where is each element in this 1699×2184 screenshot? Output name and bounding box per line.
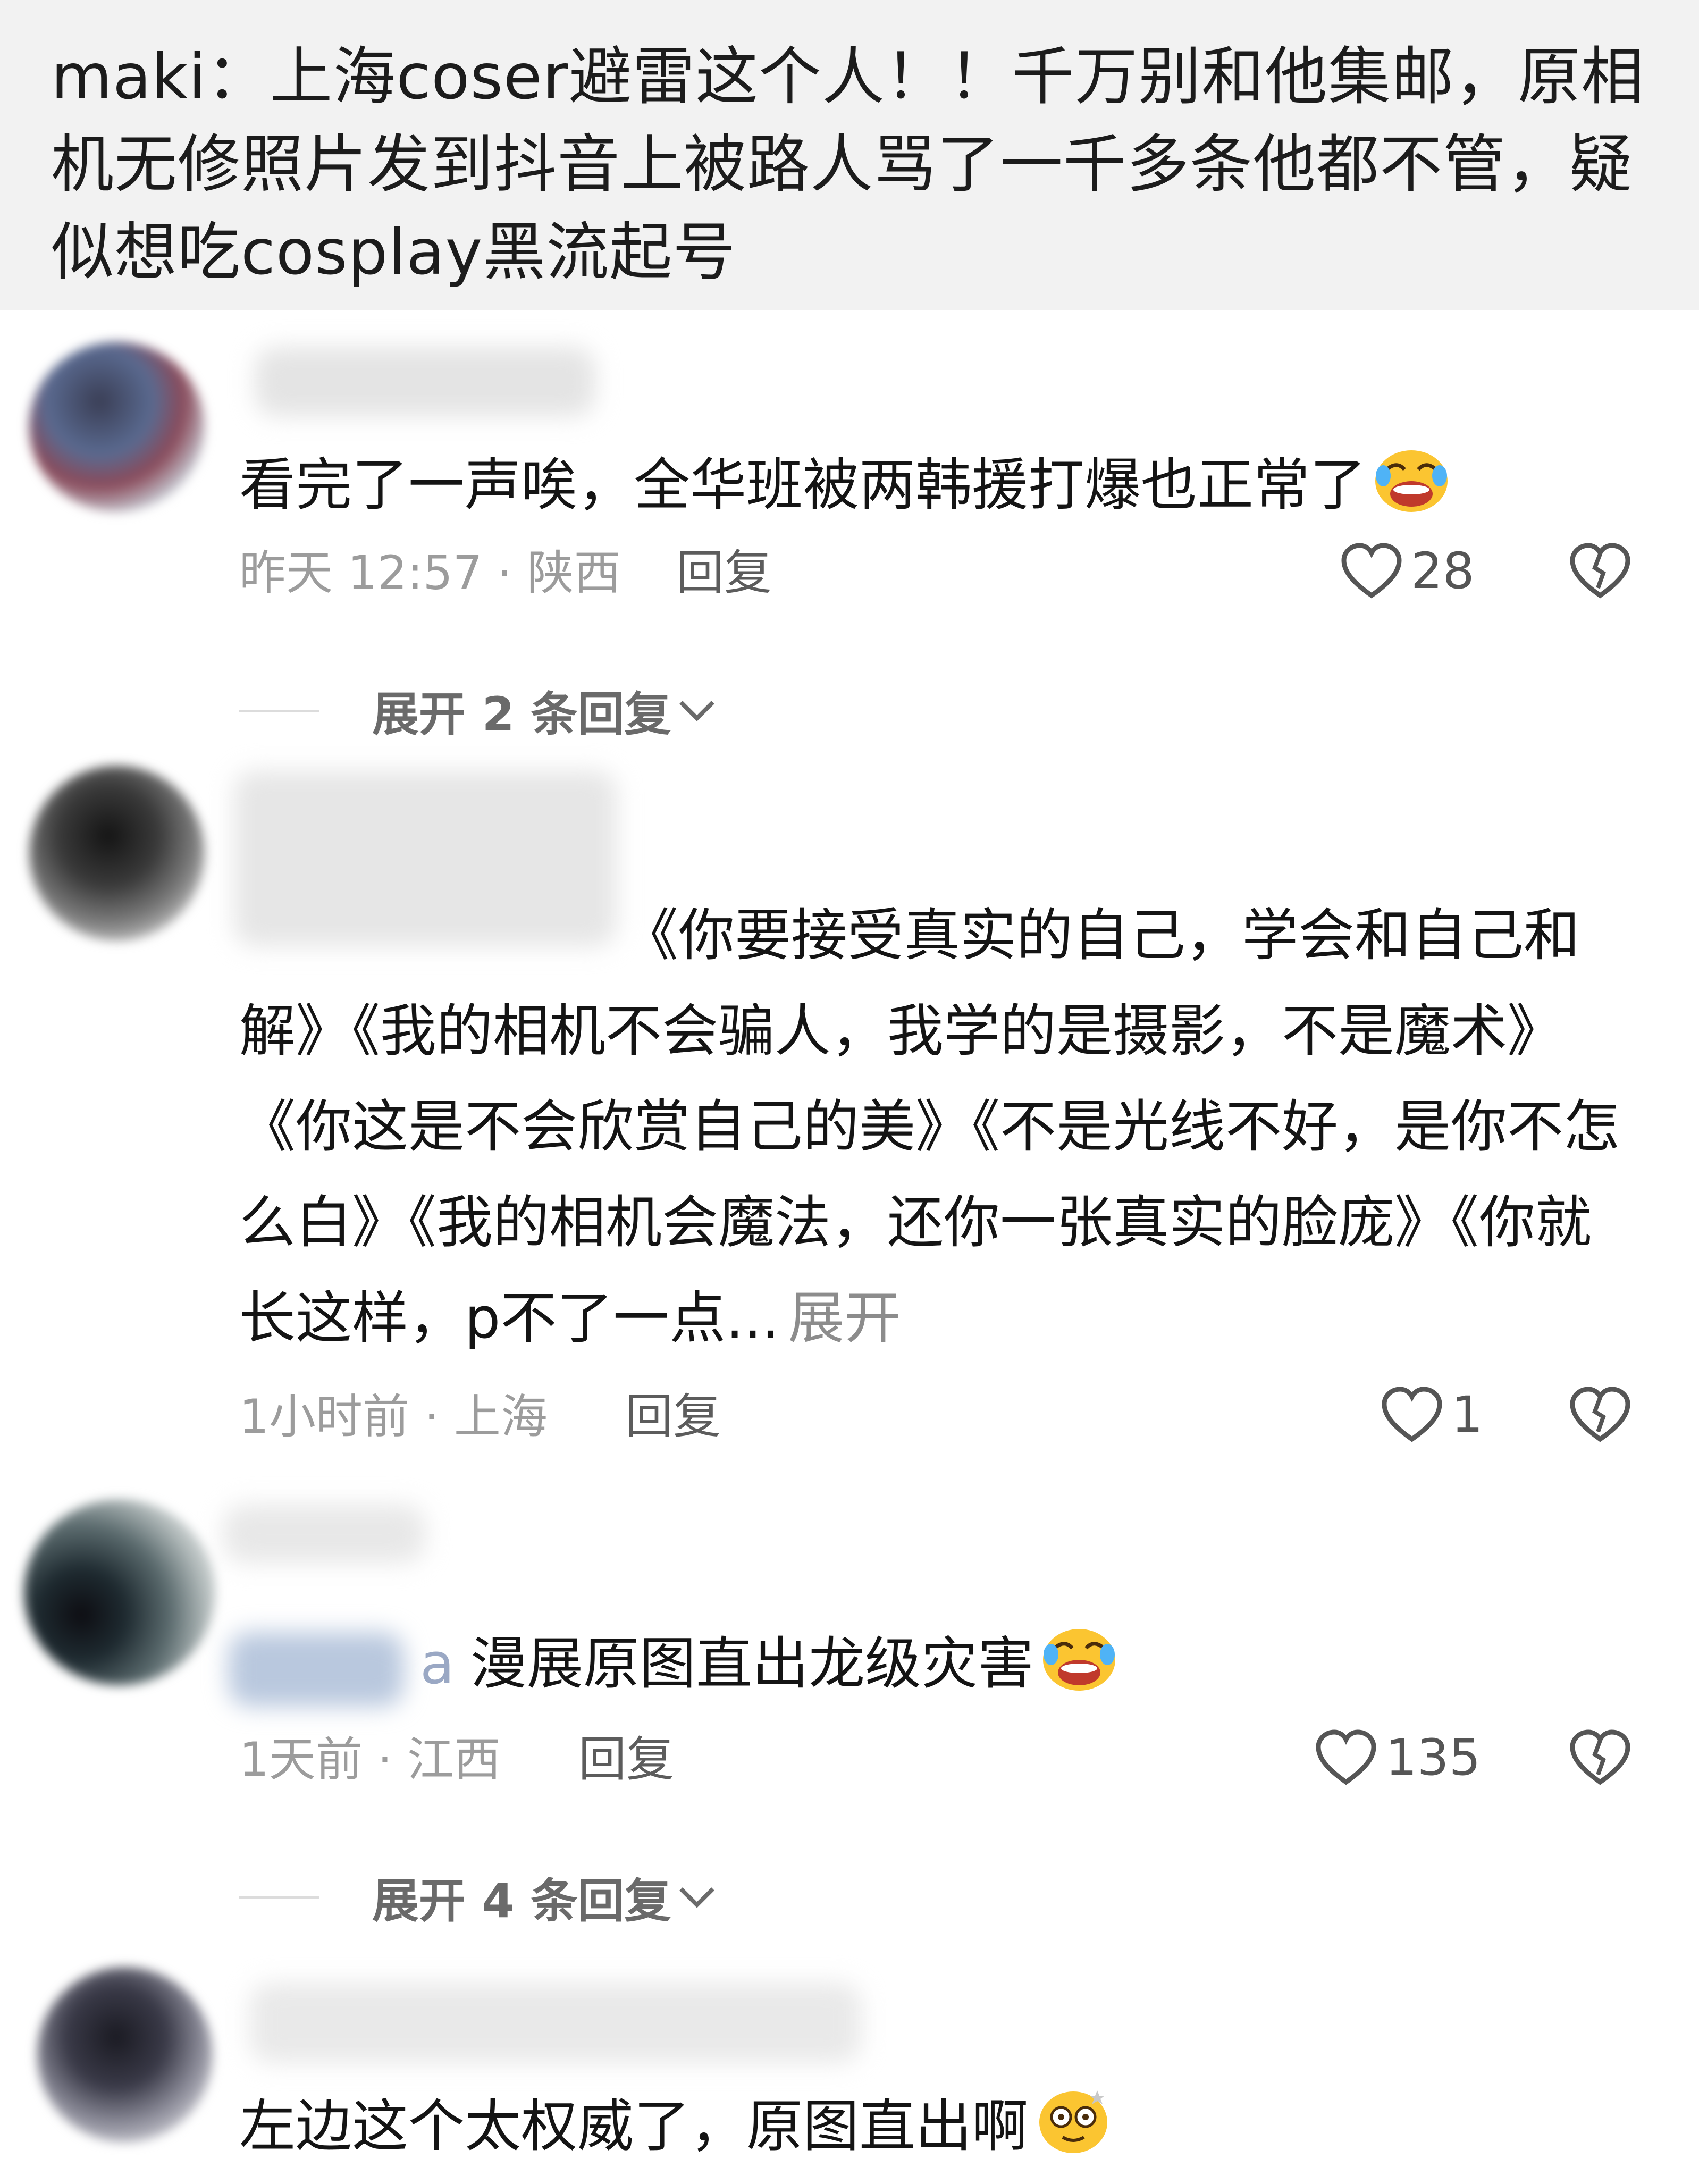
- comment-text: 《你要接受真实的自己，学会和自己和解》《我的相机不会骗人，我学的是摄影，不是魔术…: [239, 888, 1643, 1366]
- username-blurred[interactable]: [223, 1505, 425, 1563]
- comment-body: 看完了一声唉，全华班被两韩援打爆也正常了: [239, 452, 1366, 518]
- expand-text-link[interactable]: 展开: [788, 1286, 901, 1351]
- comment-text: a 漫展原图直出龙级灾害: [420, 1616, 1643, 1721]
- comment-text: 左边这个太权威了，原图直出啊: [239, 2079, 1643, 2184]
- expand-replies-label: 展开 4 条回复: [372, 1874, 671, 1928]
- avatar[interactable]: [37, 1967, 213, 2143]
- comment-meta: 昨天 12:57 · 陕西: [239, 545, 621, 600]
- broken-heart-icon: [1570, 1387, 1630, 1442]
- like-button[interactable]: 135: [1314, 1729, 1481, 1787]
- divider-line: [239, 709, 319, 712]
- comment-body: 左边这个太权威了，原图直出啊: [239, 2094, 1028, 2159]
- reply-button[interactable]: 回复: [676, 544, 772, 602]
- comment-meta: 1小时前 · 上海: [239, 1389, 548, 1444]
- expand-replies-label: 展开 2 条回复: [372, 687, 671, 742]
- like-button[interactable]: 28: [1340, 542, 1475, 601]
- avatar[interactable]: [24, 1499, 215, 1685]
- heart-outline-icon: [1341, 543, 1402, 599]
- like-count: 28: [1411, 542, 1475, 600]
- expand-replies[interactable]: 展开 2 条回复: [239, 677, 718, 744]
- heart-outline-icon: [1382, 1387, 1442, 1442]
- divider-line: [239, 1896, 319, 1899]
- reply-button[interactable]: 回复: [625, 1388, 721, 1446]
- comment-meta: 1天前 · 江西: [239, 1732, 501, 1787]
- username-tail: a: [420, 1631, 455, 1696]
- post-title: maki：上海coser避雷这个人！！千万别和他集邮，原相机无修照片发到抖音上被…: [51, 40, 1645, 289]
- username-blurred[interactable]: [229, 1632, 404, 1707]
- username-blurred[interactable]: [250, 1983, 861, 2063]
- username-blurred[interactable]: [255, 347, 595, 416]
- avatar[interactable]: [29, 766, 205, 941]
- dislike-button[interactable]: [1568, 1386, 1632, 1444]
- rolling-laughing-emoji: [1039, 1624, 1119, 1721]
- reply-button[interactable]: 回复: [578, 1731, 674, 1789]
- comment-body: 漫展原图直出龙级灾害: [470, 1631, 1034, 1696]
- dizzy-face-emoji: [1033, 2086, 1113, 2184]
- heart-outline-icon: [1316, 1729, 1376, 1785]
- rolling-laughing-emoji: [1372, 445, 1451, 543]
- like-count: 1: [1451, 1386, 1483, 1444]
- expand-replies[interactable]: 展开 4 条回复: [239, 1863, 718, 1931]
- avatar[interactable]: [29, 342, 205, 512]
- chevron-down-icon: [679, 700, 714, 721]
- like-button[interactable]: 1: [1380, 1386, 1483, 1444]
- broken-heart-icon: [1570, 1729, 1630, 1785]
- like-count: 135: [1385, 1729, 1481, 1787]
- broken-heart-icon: [1570, 543, 1630, 599]
- dislike-button[interactable]: [1568, 1729, 1632, 1787]
- chevron-down-icon: [679, 1887, 714, 1908]
- comment-text: 看完了一声唉，全华班被两韩援打爆也正常了: [239, 438, 1643, 543]
- dislike-button[interactable]: [1568, 542, 1632, 601]
- post-header: maki：上海coser避雷这个人！！千万别和他集邮，原相机无修照片发到抖音上被…: [0, 0, 1699, 310]
- comment-body: 《你要接受真实的自己，学会和自己和解》《我的相机不会骗人，我学的是摄影，不是魔术…: [239, 903, 1620, 1351]
